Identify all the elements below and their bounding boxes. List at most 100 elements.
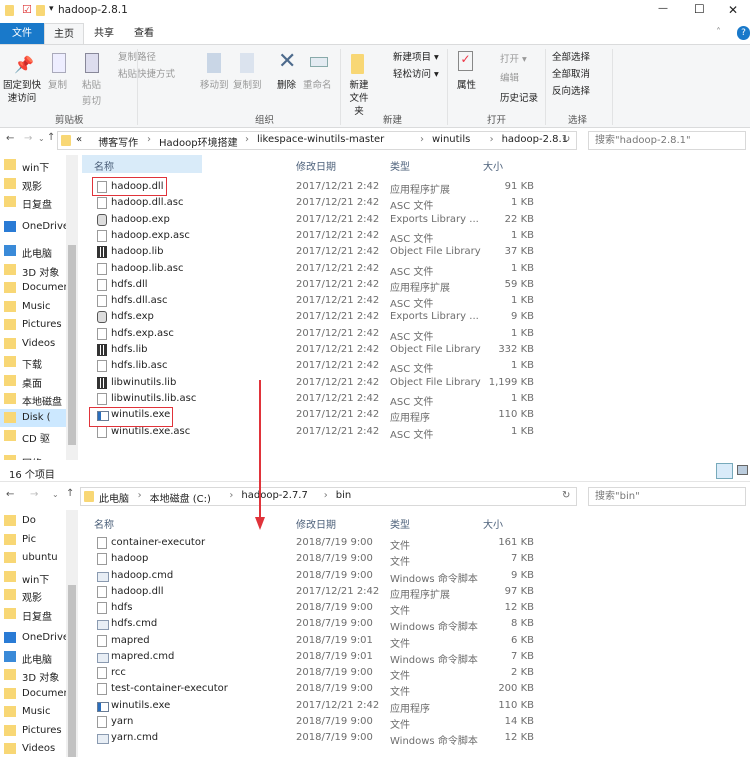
file-row[interactable]: hdfs 2018/7/19 9:00 文件 12 KB [0, 601, 560, 617]
address-bar[interactable]: 此电脑 › 本地磁盘 (C:) › hadoop-2.7.7 › bin ↻ [80, 487, 577, 506]
forward-button[interactable]: → [30, 489, 38, 500]
breadcrumb-item[interactable]: likespace-winutils-master [257, 134, 384, 145]
breadcrumb-item[interactable]: « [76, 134, 82, 145]
copy-to-button[interactable]: 复制到 [233, 79, 262, 92]
search-input[interactable]: 搜索"bin" [588, 487, 746, 506]
file-row[interactable]: hadoop.cmd 2018/7/19 9:00 Windows 命令脚本 9 KB [0, 569, 560, 585]
file-row[interactable]: container-executor 2018/7/19 9:00 文件 161 KB [0, 536, 560, 552]
back-button[interactable]: ← [6, 489, 14, 500]
select-all-button[interactable]: 全部选择 [552, 51, 590, 64]
details-view-icon[interactable] [716, 463, 733, 479]
nav-item[interactable]: Do [0, 512, 66, 530]
column-header-name[interactable]: 名称 [82, 155, 202, 173]
file-row[interactable]: libwinutils.lib.asc 2017/12/21 2:42 ASC 文件… [0, 392, 560, 408]
quick-access-dropdown-icon[interactable]: ▾ [49, 4, 54, 14]
breadcrumb-item[interactable]: 博客写作 [98, 134, 138, 149]
breadcrumb-item[interactable]: winutils [432, 134, 470, 145]
file-row[interactable]: hadoop.exp 2017/12/21 2:42 Exports Library… [0, 213, 560, 229]
forward-button[interactable]: → [24, 133, 32, 144]
large-icons-view-icon[interactable] [737, 465, 748, 475]
breadcrumb-item[interactable]: Hadoop环境搭建 [159, 134, 238, 149]
copy-button[interactable]: 复制 [48, 79, 67, 92]
file-row[interactable]: hdfs.cmd 2018/7/19 9:00 Windows 命令脚本 8 KB [0, 617, 560, 633]
tab-view[interactable]: 查看 [125, 23, 163, 44]
history-button[interactable]: 历史记录 [500, 92, 538, 105]
invert-selection-button[interactable]: 反向选择 [552, 85, 590, 98]
collapse-ribbon-icon[interactable]: ˄ [716, 27, 721, 38]
file-row[interactable]: hadoop 2018/7/19 9:00 文件 7 KB [0, 552, 560, 568]
column-header-size[interactable]: 大小 [483, 516, 503, 531]
file-row[interactable]: hadoop.lib 2017/12/21 2:42 Object File Lib… [0, 245, 560, 261]
properties-quick-icon[interactable]: ☑ [22, 3, 32, 16]
close-button[interactable]: ✕ [728, 3, 738, 17]
up-button[interactable]: ↑ [47, 132, 55, 143]
file-row[interactable]: test-container-executor 2018/7/19 9:00 文件 2… [0, 682, 560, 698]
file-size: 7 KB [511, 553, 534, 565]
file-row[interactable]: hdfs.lib.asc 2017/12/21 2:42 ASC 文件 1 KB [0, 359, 560, 375]
back-button[interactable]: ← [6, 133, 14, 144]
search-input[interactable]: 搜索"hadoop-2.8.1" [588, 131, 746, 150]
file-row[interactable]: winutils.exe 2017/12/21 2:42 应用程序 110 KB [0, 699, 560, 715]
open-button[interactable]: 打开 ▾ [500, 53, 527, 66]
edit-button[interactable]: 编辑 [500, 72, 519, 85]
file-row[interactable]: yarn 2018/7/19 9:00 文件 14 KB [0, 715, 560, 731]
file-row[interactable]: winutils.exe.asc 2017/12/21 2:42 ASC 文件 1 K… [0, 425, 560, 441]
file-row[interactable]: hadoop.dll 2017/12/21 2:42 应用程序扩展 91 KB [0, 180, 560, 196]
file-row[interactable]: hadoop.lib.asc 2017/12/21 2:42 ASC 文件 1 KB [0, 262, 560, 278]
up-button[interactable]: ↑ [66, 488, 74, 499]
recent-dropdown-icon[interactable]: ⌄ [38, 134, 45, 143]
file-row[interactable]: hdfs.exp 2017/12/21 2:42 Exports Library .… [0, 310, 560, 326]
column-header-size[interactable]: 大小 [483, 158, 503, 173]
file-row[interactable]: hdfs.dll 2017/12/21 2:42 应用程序扩展 59 KB [0, 278, 560, 294]
nav-item[interactable]: win下 [0, 156, 66, 174]
column-header-date[interactable]: 修改日期 [296, 158, 336, 173]
file-date: 2017/12/21 2:42 [296, 295, 380, 307]
minimize-button[interactable]: — [658, 3, 668, 14]
paste-button[interactable]: 粘贴 [82, 79, 101, 92]
paste-shortcut-button[interactable]: 粘贴快捷方式 [118, 68, 175, 81]
breadcrumb-item[interactable]: 本地磁盘 (C:) [150, 490, 211, 505]
column-header-type[interactable]: 类型 [390, 158, 410, 173]
tab-file[interactable]: 文件 [0, 23, 44, 44]
breadcrumb-item[interactable]: hadoop-2.8.1 [502, 134, 568, 145]
file-row[interactable]: hdfs.exp.asc 2017/12/21 2:42 ASC 文件 1 KB [0, 327, 560, 343]
file-file-icon [97, 634, 107, 647]
file-row[interactable]: hadoop.exp.asc 2017/12/21 2:42 ASC 文件 1 KB [0, 229, 560, 245]
file-date: 2018/7/19 9:00 [296, 667, 373, 678]
file-row[interactable]: libwinutils.lib 2017/12/21 2:42 Object Fil… [0, 376, 560, 392]
nav-item[interactable]: 网络 [0, 452, 66, 460]
file-row[interactable]: mapred 2018/7/19 9:01 文件 6 KB [0, 634, 560, 650]
column-header-name[interactable]: 名称 [94, 516, 114, 531]
address-bar[interactable]: « 博客写作 › Hadoop环境搭建 › likespace-winutils-mast… [57, 131, 577, 150]
tab-home[interactable]: 主页 [44, 23, 84, 44]
help-icon[interactable]: ? [737, 26, 750, 40]
file-row[interactable]: mapred.cmd 2018/7/19 9:01 Windows 命令脚本 7 KB [0, 650, 560, 666]
file-row[interactable]: rcc 2018/7/19 9:00 文件 2 KB [0, 666, 560, 682]
column-header-type[interactable]: 类型 [390, 516, 410, 531]
file-row[interactable]: hadoop.dll.asc 2017/12/21 2:42 ASC 文件 1 KB [0, 196, 560, 212]
maximize-button[interactable]: ☐ [694, 2, 705, 16]
pin-quick-access-button[interactable]: 固定到快速访问 [2, 79, 42, 105]
new-folder-button[interactable]: 新建文件夹 [345, 79, 373, 118]
breadcrumb-item[interactable]: bin [336, 490, 351, 501]
refresh-icon[interactable]: ↻ [562, 134, 570, 145]
file-row[interactable]: hdfs.lib 2017/12/21 2:42 Object File Libra… [0, 343, 560, 359]
file-row[interactable]: winutils.exe 2017/12/21 2:42 应用程序 110 KB [0, 408, 560, 424]
breadcrumb-item[interactable]: 此电脑 [99, 490, 129, 505]
properties-button[interactable]: 属性 [457, 79, 476, 92]
rename-button[interactable]: 重命名 [303, 79, 332, 92]
move-to-button[interactable]: 移动到 [200, 79, 229, 92]
new-item-button[interactable]: 新建项目 ▾ [393, 51, 439, 64]
recent-dropdown-icon[interactable]: ⌄ [52, 490, 59, 499]
tab-share[interactable]: 共享 [85, 23, 123, 44]
cut-button[interactable]: 剪切 [82, 95, 101, 108]
column-header-date[interactable]: 修改日期 [296, 516, 336, 531]
file-row[interactable]: hdfs.dll.asc 2017/12/21 2:42 ASC 文件 1 KB [0, 294, 560, 310]
delete-button[interactable]: 删除 [277, 79, 296, 92]
file-row[interactable]: yarn.cmd 2018/7/19 9:00 Windows 命令脚本 12 KB [0, 731, 560, 747]
refresh-icon[interactable]: ↻ [562, 490, 570, 501]
new-folder-quick-icon[interactable] [36, 5, 45, 16]
select-none-button[interactable]: 全部取消 [552, 68, 590, 81]
easy-access-button[interactable]: 轻松访问 ▾ [393, 68, 439, 81]
file-row[interactable]: hadoop.dll 2017/12/21 2:42 应用程序扩展 97 KB [0, 585, 560, 601]
